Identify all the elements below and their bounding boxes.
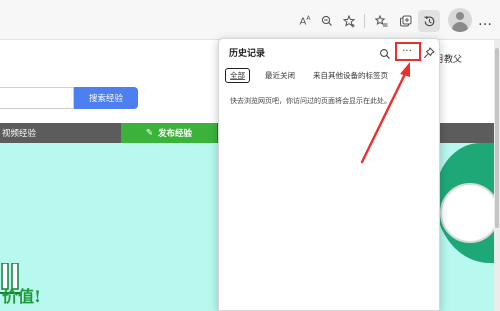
screen: AA … 橙月教父 搜索经验 视频经验 ✎ 发布经验 价值! 历史记录 ··· … [0, 0, 500, 311]
publish-button[interactable]: ✎ 发布经验 [121, 123, 217, 143]
tab-recently-closed[interactable]: 最近关闭 [262, 68, 298, 83]
empty-history-message: 快去浏览网页吧，你访问过的页面将会显示在此处。 [230, 97, 391, 105]
tab-all[interactable]: 全部 [225, 68, 250, 83]
zoom-out-icon[interactable] [316, 10, 338, 32]
profile-avatar[interactable] [448, 8, 472, 32]
history-tabs: 全部 最近关闭 来自其他设备的标签页 [225, 68, 403, 83]
edit-icon: ✎ [145, 128, 154, 138]
scrollbar-thumb[interactable] [495, 48, 499, 228]
nav-item-video[interactable]: 视频经验 [0, 123, 36, 143]
page-search-input[interactable] [0, 87, 74, 109]
annotation-highlight-box [395, 42, 421, 61]
hero-circle-decoration [440, 183, 500, 243]
favorites-list-icon[interactable] [370, 10, 392, 32]
hero-text: 价值! [2, 287, 42, 306]
page-search-button[interactable]: 搜索经验 [74, 87, 138, 109]
browser-toolbar: AA … [0, 0, 500, 40]
history-panel: 历史记录 ··· 全部 最近关闭 来自其他设备的标签页 快去浏览网页吧，你访问过… [218, 38, 440, 311]
collections-icon[interactable] [394, 10, 416, 32]
history-icon[interactable] [418, 10, 440, 32]
page-scrollbar[interactable] [494, 40, 500, 311]
publish-button-label: 发布经验 [158, 129, 193, 139]
tab-other-devices[interactable]: 来自其他设备的标签页 [310, 68, 391, 83]
star-add-icon[interactable] [338, 10, 360, 32]
toolbar-divider [364, 14, 365, 28]
search-icon[interactable] [379, 45, 391, 59]
browser-more-icon[interactable]: … [478, 13, 493, 29]
history-panel-title: 历史记录 [229, 49, 266, 59]
read-aloud-icon[interactable]: AA [294, 10, 316, 32]
pin-icon[interactable] [423, 44, 435, 59]
